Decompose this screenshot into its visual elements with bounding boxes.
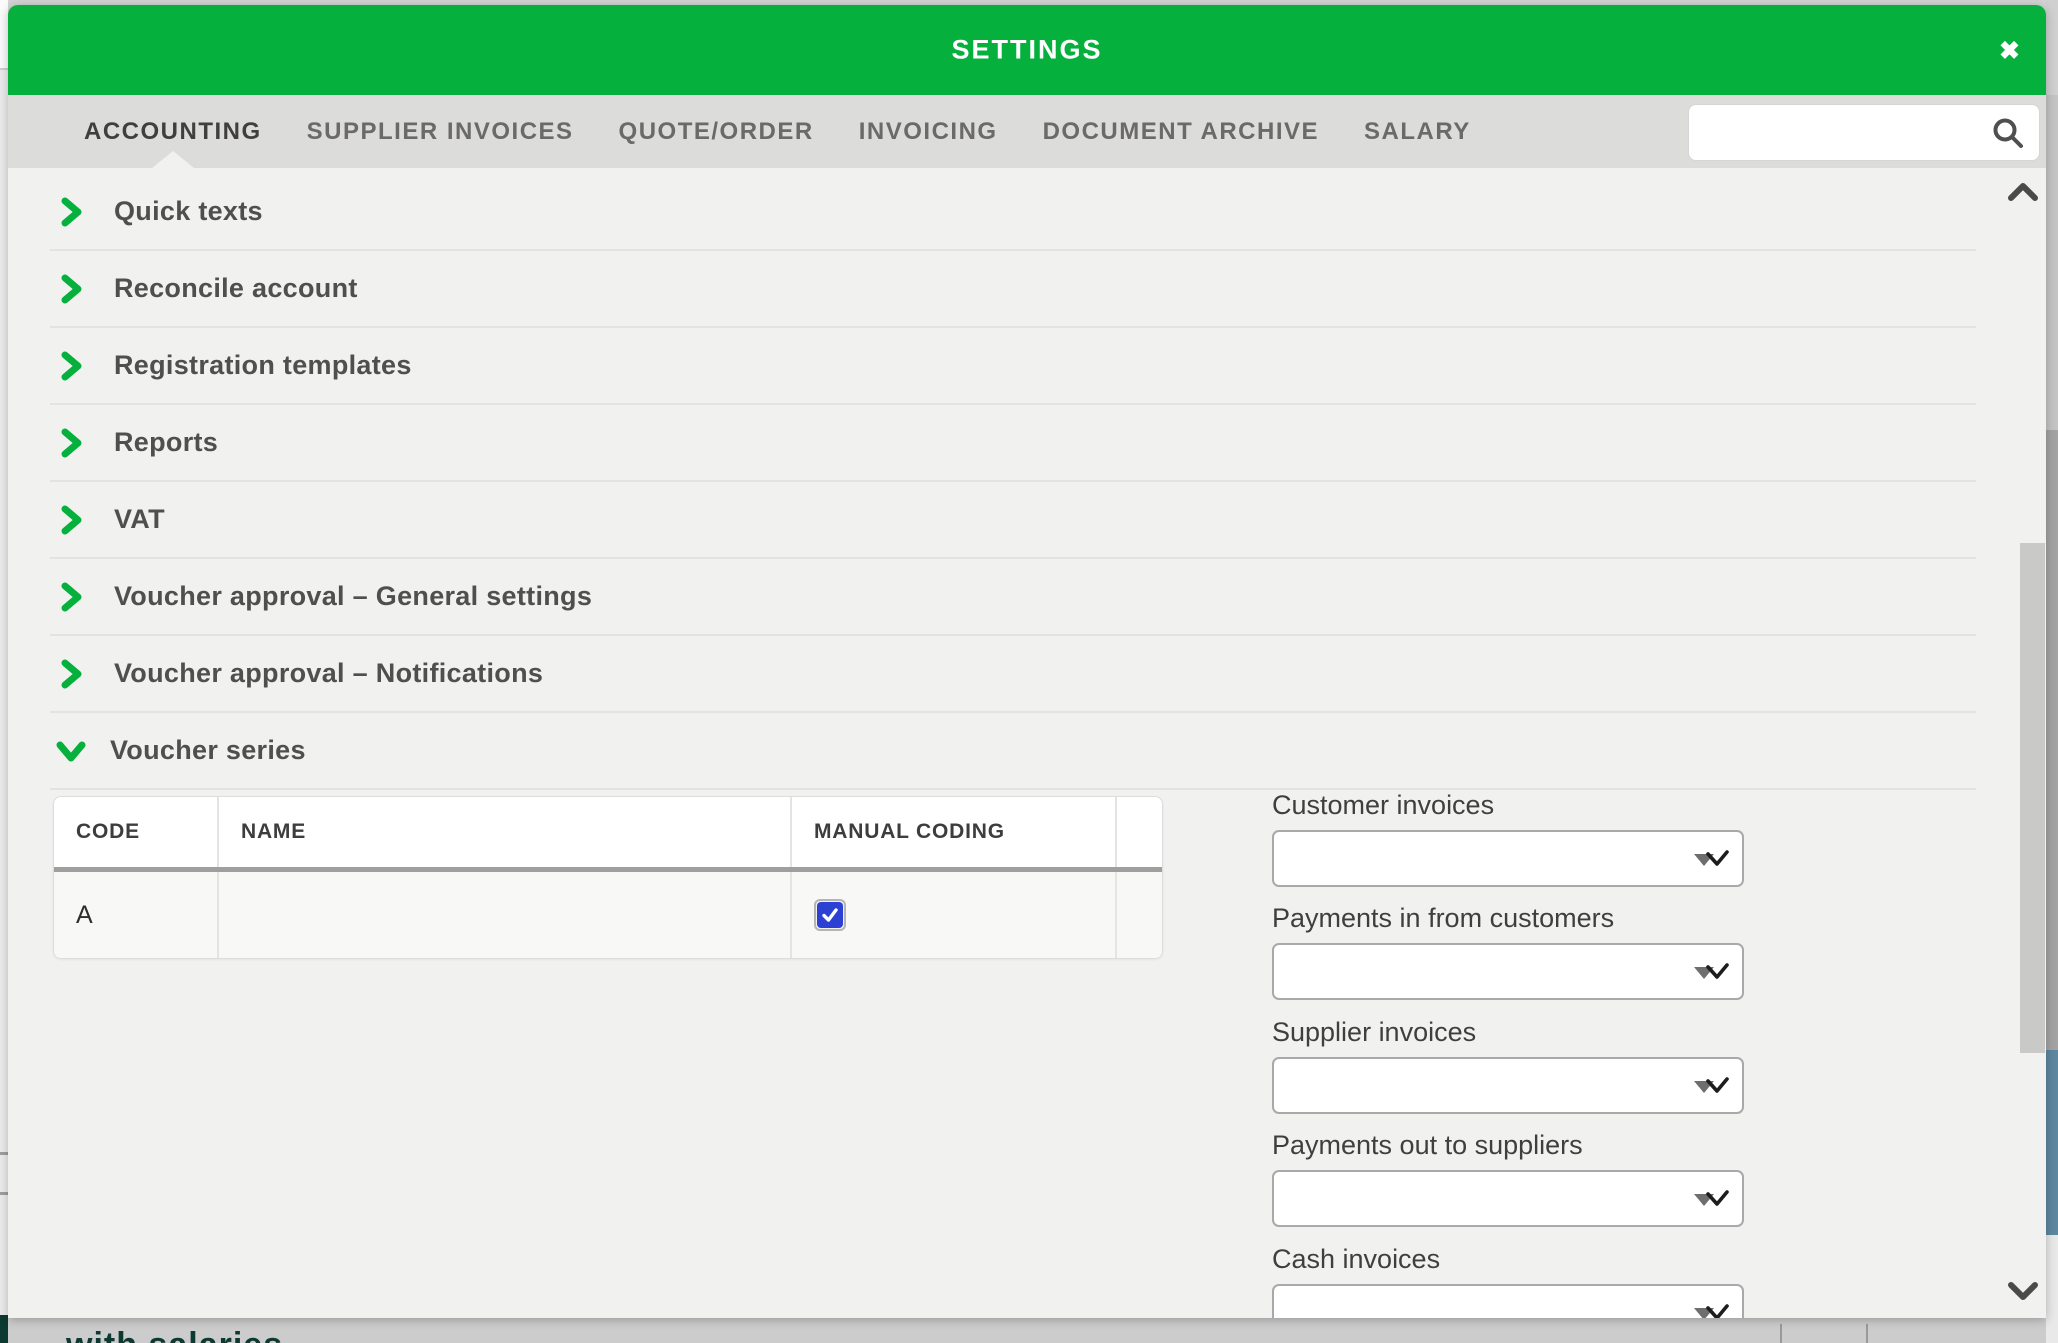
column-header-extra [1117,797,1160,867]
background-page-fragment [1780,1324,1782,1343]
dropdown-arrow-icon [1692,1303,1730,1318]
tab-list: ACCOUNTING SUPPLIER INVOICES QUOTE/ORDER… [84,95,1471,168]
tab-invoicing[interactable]: INVOICING [859,95,998,168]
chevron-right-icon [56,428,86,458]
background-page-fragment [0,1192,8,1195]
accordion-item-label: Voucher approval – General settings [114,581,592,612]
manual-coding-checkbox[interactable] [814,899,846,931]
accordion-item-label: Reports [114,427,218,458]
chevron-right-icon [56,582,86,612]
payments-out-select[interactable] [1272,1170,1744,1227]
scrollbar-thumb[interactable] [2020,543,2045,1053]
cash-invoices-select[interactable] [1272,1284,1744,1318]
settings-content: Quick texts Reconcile account Registrati… [8,168,2046,1318]
field-label: Payments out to suppliers [1272,1130,1746,1161]
chevron-right-icon [56,505,86,535]
field-payments-out: Payments out to suppliers [1272,1130,1746,1227]
accordion-item-quick-texts[interactable]: Quick texts [50,174,1976,251]
field-label: Supplier invoices [1272,1017,1746,1048]
supplier-invoices-select[interactable] [1272,1057,1744,1114]
accordion-item-voucher-approval-general[interactable]: Voucher approval – General settings [50,559,1976,636]
dialog-title: SETTINGS [8,35,2046,66]
tab-quote-order[interactable]: QUOTE/ORDER [619,95,814,168]
tab-accounting[interactable]: ACCOUNTING [84,95,262,168]
settings-dialog-header: SETTINGS ✖ [8,5,2046,95]
background-page-bottom-edge: with salaries [8,1318,2046,1343]
field-payments-in: Payments in from customers [1272,903,1746,1000]
dropdown-arrow-icon [1692,849,1730,876]
accordion-item-label: VAT [114,504,165,535]
accordion-item-reports[interactable]: Reports [50,405,1976,482]
column-header-code: CODE [54,797,219,867]
accordion-item-label: Quick texts [114,196,263,227]
field-label: Payments in from customers [1272,903,1746,934]
chevron-right-icon [56,351,86,381]
tab-document-archive[interactable]: DOCUMENT ARCHIVE [1043,95,1319,168]
accordion-item-label: Voucher series [110,735,306,766]
field-supplier-invoices: Supplier invoices [1272,1017,1746,1114]
close-icon[interactable]: ✖ [1999,39,2020,64]
browser-scrollbar-thumb[interactable] [2046,430,2058,1050]
settings-tabbar: ACCOUNTING SUPPLIER INVOICES QUOTE/ORDER… [8,95,2046,168]
column-header-name: NAME [219,797,792,867]
field-label: Customer invoices [1272,790,1746,821]
customer-invoices-select[interactable] [1272,830,1744,887]
background-page-fragment [0,1315,8,1343]
browser-scrollbar-track[interactable] [2046,95,2058,430]
chevron-right-icon [56,659,86,689]
accordion-item-label: Reconcile account [114,273,358,304]
search-icon[interactable] [1991,116,2025,155]
background-page-fragment [0,0,8,70]
browser-scrollbar-track[interactable] [2046,1235,2058,1343]
dropdown-arrow-icon [1692,1076,1730,1103]
settings-search [1688,104,2040,161]
background-page-fragment [0,1152,8,1155]
scroll-down-icon[interactable] [2006,1279,2040,1308]
chevron-down-icon [56,736,86,766]
checkbox-check-icon [817,902,843,928]
accordion-item-registration-templates[interactable]: Registration templates [50,328,1976,405]
accordion-item-label: Registration templates [114,350,412,381]
accordion-item-voucher-series[interactable]: Voucher series [50,713,1976,790]
background-page-fragment [2046,1050,2058,1235]
payments-in-select[interactable] [1272,943,1744,1000]
field-customer-invoices: Customer invoices [1272,790,1746,887]
cell-extra [1117,872,1160,958]
field-cash-invoices: Cash invoices [1272,1244,1746,1318]
voucher-series-table: CODE NAME MANUAL CODING A [53,796,1163,959]
dropdown-arrow-icon [1692,1189,1730,1216]
table-header-row: CODE NAME MANUAL CODING [54,797,1162,872]
field-label: Cash invoices [1272,1244,1746,1275]
accordion-item-reconcile-account[interactable]: Reconcile account [50,251,1976,328]
background-cutoff-text: with salaries [66,1326,283,1343]
scroll-up-icon[interactable] [2006,180,2040,209]
tab-supplier-invoices[interactable]: SUPPLIER INVOICES [307,95,574,168]
tab-salary[interactable]: SALARY [1364,95,1471,168]
accordion-item-vat[interactable]: VAT [50,482,1976,559]
cell-manual-coding [792,872,1117,958]
cell-code: A [54,872,219,958]
accordion-item-voucher-approval-notifications[interactable]: Voucher approval – Notifications [50,636,1976,713]
accordion-item-label: Voucher approval – Notifications [114,658,543,689]
background-page-fragment [1866,1324,1868,1343]
accounting-accordion: Quick texts Reconcile account Registrati… [50,174,1976,790]
settings-dialog: SETTINGS ✖ ACCOUNTING SUPPLIER INVOICES … [8,5,2046,1318]
search-input[interactable] [1703,105,1983,160]
dropdown-arrow-icon [1692,962,1730,989]
cell-name[interactable] [219,872,792,958]
column-header-manual-coding: MANUAL CODING [792,797,1117,867]
browser-scrollbar[interactable] [2046,0,2058,1343]
chevron-right-icon [56,274,86,304]
table-row: A [54,872,1162,958]
chevron-right-icon [56,197,86,227]
background-page-left-edge [0,0,8,1343]
